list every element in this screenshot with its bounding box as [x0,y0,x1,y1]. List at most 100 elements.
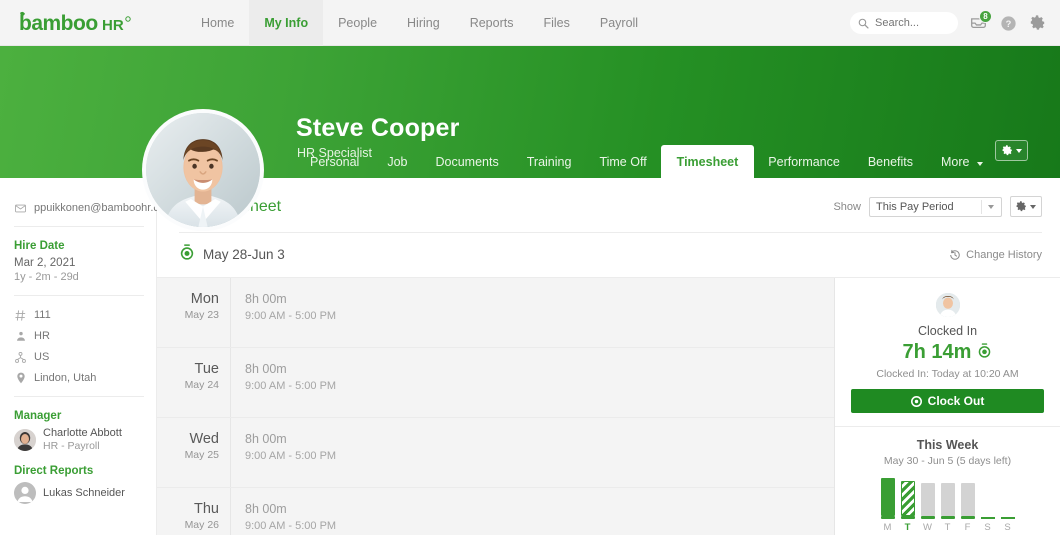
bar-column-sun [1000,475,1015,519]
sidebar-email-row[interactable]: ppuikkonen@bamboohr.c... [14,202,168,214]
tab-label: Timesheet [676,155,739,169]
nav-item-people[interactable]: People [323,0,392,46]
divider [14,295,144,296]
direct-report-name: Lukas Schneider [43,486,125,499]
help-icon[interactable]: ? [998,13,1018,33]
timesheet-main: Timesheet Show This Pay Period [157,178,1060,535]
day-entry-cell[interactable]: 8h 00m 9:00 AM - 5:00 PM [231,278,336,347]
tab-personal[interactable]: Personal [296,145,373,178]
hire-date-label: Hire Date [14,240,65,252]
employee-avatar[interactable] [142,109,264,231]
department-icon [14,331,27,342]
sidebar-department-row: HR [14,330,156,342]
tab-time-off[interactable]: Time Off [585,145,660,178]
manager-role: HR - Payroll [43,440,100,452]
pay-period-row: May 28-Jun 3 Change History [179,233,1042,277]
search-box[interactable] [850,12,958,34]
week-bar-chart [851,475,1044,519]
table-row[interactable]: Thu May 26 8h 00m 9:00 AM - 5:00 PM [157,488,834,535]
chevron-down-icon [1030,204,1036,209]
top-right-tools: 8 ? [850,0,1048,46]
week-bar-labels: M T W T F S S [851,522,1044,533]
tab-performance[interactable]: Performance [754,145,854,178]
svg-text:bamboo: bamboo [19,12,98,35]
manager-avatar [14,429,36,451]
direct-report-card[interactable]: Lukas Schneider [14,482,156,504]
nav-item-home[interactable]: Home [186,0,249,46]
settings-gear-icon[interactable] [1028,13,1048,33]
day-date: May 26 [184,519,219,531]
search-input[interactable] [875,17,955,29]
day-name: Mon [190,291,219,307]
day-entry-cell[interactable]: 8h 00m 9:00 AM - 5:00 PM [231,418,336,487]
table-row[interactable]: Wed May 25 8h 00m 9:00 AM - 5:00 PM [157,418,834,488]
day-hours: 8h 00m [245,362,287,376]
inbox-icon[interactable]: 8 [968,10,992,33]
timesheet-controls: Show This Pay Period [833,196,1042,217]
table-row[interactable]: Tue May 24 8h 00m 9:00 AM - 5:00 PM [157,348,834,418]
change-history-button[interactable]: Change History [949,249,1042,261]
svg-text:?: ? [1005,19,1011,29]
nav-item-files[interactable]: Files [528,0,584,46]
bar-label-mon: M [883,522,892,533]
tab-label: Job [387,155,408,169]
day-label-cell: Mon May 23 [157,278,231,347]
tab-label: Personal [310,155,360,169]
clocked-in-time: Clocked In: Today at 10:20 AM [876,368,1019,380]
sidebar-employee-number-row: 111 [14,309,156,321]
clock-out-button[interactable]: Clock Out [851,389,1044,413]
hash-icon [14,309,27,321]
day-times: 9:00 AM - 5:00 PM [245,450,337,462]
day-name: Thu [194,501,219,517]
tab-timesheet[interactable]: Timesheet [660,145,755,178]
page-title: Steve Cooper [296,114,460,142]
history-icon [950,249,960,260]
profile-tabs: Personal Job Documents Training Time Off… [296,145,997,178]
day-times: 9:00 AM - 5:00 PM [245,380,337,392]
day-hours: 8h 00m [245,432,287,446]
day-entry-cell[interactable]: 8h 00m 9:00 AM - 5:00 PM [231,348,336,417]
tab-training[interactable]: Training [513,145,586,178]
clock-status: Clocked In [917,324,978,338]
timesheet-title-row: Timesheet Show This Pay Period [179,194,1042,219]
svg-text:HR: HR [102,17,124,34]
manager-name: Charlotte Abbott [43,427,122,439]
bar-label-tue: T [904,522,911,533]
change-history-label: Change History [966,248,1042,261]
gear-icon [1016,201,1026,212]
divider [14,396,144,397]
day-date: May 24 [184,379,219,391]
sidebar-email: ppuikkonen@bamboohr.c... [34,202,169,214]
nav-item-payroll[interactable]: Payroll [585,0,653,46]
day-times: 9:00 AM - 5:00 PM [245,310,337,322]
tab-more[interactable]: More [927,145,997,178]
bamboohr-logo[interactable]: bamboo HR [16,10,166,36]
nav-label: Hiring [407,15,440,30]
manager-card[interactable]: Charlotte Abbott HR - Payroll [14,427,156,453]
day-name: Wed [189,431,219,447]
nav-item-my-info[interactable]: My Info [249,0,324,46]
clock-elapsed: 7h 14m [902,341,972,363]
tab-job[interactable]: Job [373,145,421,178]
table-row[interactable]: Mon May 23 8h 00m 9:00 AM - 5:00 PM [157,278,834,348]
tab-benefits[interactable]: Benefits [854,145,927,178]
main-nav-items: Home My Info People Hiring Reports Files… [186,0,653,46]
pay-period-select[interactable]: This Pay Period [869,196,1002,217]
sidebar-country-row: US [14,351,156,363]
timesheet-header-area: Timesheet Show This Pay Period [157,178,1060,277]
day-label-cell: Tue May 24 [157,348,231,417]
chevron-down-icon [976,162,983,166]
day-entry-cell[interactable]: 8h 00m 9:00 AM - 5:00 PM [231,488,336,535]
sidebar-department: HR [34,330,50,342]
top-navigation-bar: bamboo HR Home My Info People Hiring Rep… [0,0,1060,46]
nav-label: My Info [264,15,309,30]
day-times: 9:00 AM - 5:00 PM [245,520,337,532]
tab-label: Time Off [599,155,647,169]
timesheet-settings-button[interactable] [1010,196,1042,217]
envelope-icon [14,204,27,213]
nav-item-hiring[interactable]: Hiring [392,0,455,46]
nav-item-reports[interactable]: Reports [455,0,529,46]
chevron-down-icon [1015,148,1022,153]
profile-settings-button[interactable] [995,140,1028,161]
tab-documents[interactable]: Documents [422,145,513,178]
